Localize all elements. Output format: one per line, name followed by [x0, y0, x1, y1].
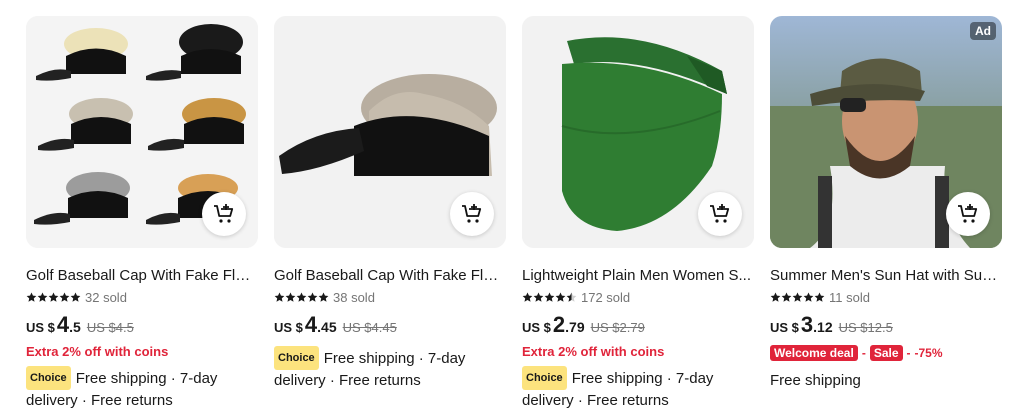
star-icon: [37, 292, 48, 302]
ad-badge: Ad: [970, 22, 996, 40]
rating: 32 sold: [26, 288, 258, 306]
price-decimal: .5: [69, 319, 81, 335]
price-integer: 2: [552, 312, 566, 337]
rating: 38 sold: [274, 288, 506, 306]
price: US $ 2 .79 US $2.79: [522, 312, 754, 338]
sold-count: 32 sold: [85, 289, 127, 305]
star-icon: [285, 292, 296, 302]
star-icon: [814, 292, 825, 302]
star-rating: [274, 292, 329, 303]
coins-discount: Extra 2% off with coins: [522, 344, 665, 359]
star-icon: [318, 292, 329, 302]
price-integer: 3: [800, 312, 814, 337]
product-card[interactable]: Lightweight Plain Men Women S... 172 sol…: [522, 16, 754, 412]
add-to-cart-icon: [462, 204, 482, 223]
product-image[interactable]: [274, 16, 506, 248]
sold-count: 11 sold: [829, 289, 870, 305]
sold-count: 172 sold: [581, 289, 631, 305]
price: US $ 4 .45 US $4.45: [274, 312, 506, 338]
star-icon: [296, 292, 307, 302]
coins-discount: Extra 2% off with coins: [26, 344, 169, 359]
star-rating: [26, 292, 81, 303]
product-card[interactable]: Ad Summer Men's Sun Hat with Sun... 11 s…: [770, 16, 1002, 392]
price-integer: 4: [304, 312, 318, 337]
product-title[interactable]: Summer Men's Sun Hat with Sun...: [770, 266, 1002, 286]
star-rating: [770, 292, 825, 303]
shipping-text: Free shipping: [770, 372, 861, 389]
rating: 172 sold: [522, 288, 754, 306]
rating: 11 sold: [770, 288, 1002, 306]
star-icon: [26, 292, 37, 302]
product-image[interactable]: [26, 16, 258, 248]
shipping-info: Choice Free shipping · 7-day delivery · F…: [522, 366, 754, 412]
star-icon: [59, 292, 70, 302]
original-price: US $2.79: [590, 320, 645, 335]
star-icon: [770, 292, 781, 302]
product-card[interactable]: Golf Baseball Cap With Fake Flair... 38 …: [274, 16, 506, 392]
price-integer: 4: [56, 312, 70, 337]
shipping-info: Choice Free shipping · 7-day delivery · F…: [274, 346, 506, 392]
product-image[interactable]: [522, 16, 754, 248]
add-to-cart-button[interactable]: [202, 192, 246, 236]
shipping-info: Free shipping: [770, 370, 1002, 392]
original-price: US $4.45: [342, 320, 397, 335]
add-to-cart-button[interactable]: [450, 192, 494, 236]
star-rating: [522, 292, 577, 303]
sale-tag: Sale: [869, 345, 903, 361]
price-decimal: .79: [565, 319, 585, 335]
discount-percent: -75%: [914, 346, 943, 360]
price-decimal: .45: [317, 319, 337, 335]
add-to-cart-button[interactable]: [946, 192, 990, 236]
price-decimal: .12: [813, 319, 833, 335]
star-icon: [70, 292, 81, 302]
shipping-info: Choice Free shipping · 7-day delivery · F…: [26, 366, 258, 412]
product-title[interactable]: Golf Baseball Cap With Fake Flair...: [274, 266, 506, 286]
star-icon: [522, 292, 533, 302]
choice-badge: Choice: [522, 366, 567, 390]
add-to-cart-icon: [214, 204, 234, 223]
star-icon: [555, 292, 566, 302]
original-price: US $12.5: [838, 320, 893, 335]
choice-badge: Choice: [26, 366, 71, 390]
product-grid: Golf Baseball Cap With Fake Flair... 32 …: [0, 0, 1024, 409]
choice-badge: Choice: [274, 346, 319, 370]
star-icon: [803, 292, 814, 302]
star-icon: [544, 292, 555, 302]
product-title[interactable]: Lightweight Plain Men Women S...: [522, 266, 754, 286]
price: US $ 3 .12 US $12.5: [770, 312, 1002, 338]
product-card[interactable]: Golf Baseball Cap With Fake Flair... 32 …: [26, 16, 258, 412]
promo-separator: -: [906, 346, 911, 360]
currency: US $: [274, 320, 303, 335]
star-icon: [792, 292, 803, 302]
add-to-cart-icon: [710, 204, 730, 223]
sold-count: 38 sold: [333, 289, 375, 305]
star-icon: [307, 292, 318, 302]
star-icon: [274, 292, 285, 302]
star-icon: [566, 292, 577, 302]
product-image[interactable]: Ad: [770, 16, 1002, 248]
promo-tags: Welcome deal - Sale - -75%: [770, 344, 1002, 362]
original-price: US $4.5: [86, 320, 134, 335]
star-icon: [781, 292, 792, 302]
promo-separator: -: [861, 346, 866, 360]
price: US $ 4 .5 US $4.5: [26, 312, 258, 338]
star-icon: [533, 292, 544, 302]
currency: US $: [770, 320, 799, 335]
welcome-deal-tag: Welcome deal: [770, 345, 858, 361]
add-to-cart-button[interactable]: [698, 192, 742, 236]
star-icon: [48, 292, 59, 302]
currency: US $: [522, 320, 551, 335]
product-title[interactable]: Golf Baseball Cap With Fake Flair...: [26, 266, 258, 286]
add-to-cart-icon: [958, 204, 978, 223]
currency: US $: [26, 320, 55, 335]
